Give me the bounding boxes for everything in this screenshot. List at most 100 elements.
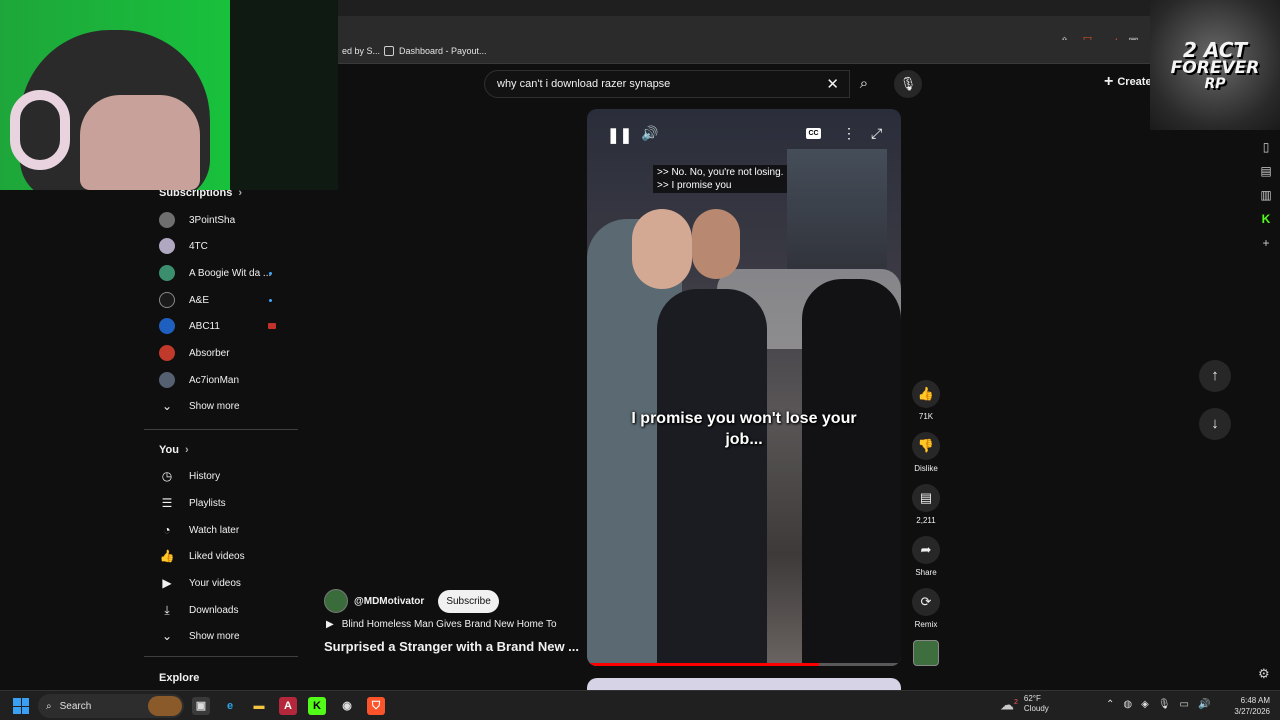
share-button[interactable]: ➦ Share bbox=[906, 536, 946, 577]
volume-icon[interactable]: 🔊 bbox=[1198, 699, 1210, 710]
search-button[interactable]: ⌕ bbox=[850, 70, 878, 98]
playlist-label: Blind Homeless Man Gives Brand New Home … bbox=[341, 619, 557, 630]
show-more-subscriptions[interactable]: ⌄ Show more bbox=[159, 394, 294, 418]
subscription-item[interactable]: A Boogie Wit da ... bbox=[159, 261, 294, 285]
closed-caption: >> No. No, you're not losing. >> I promi… bbox=[653, 165, 788, 193]
clear-search-icon[interactable]: ✕ bbox=[826, 75, 839, 93]
app-a-icon[interactable]: A bbox=[279, 697, 297, 715]
network-icon[interactable]: ▭ bbox=[1180, 699, 1189, 710]
kick-icon[interactable]: K bbox=[1259, 212, 1273, 226]
subscription-item[interactable]: 4TC bbox=[159, 234, 294, 258]
task-view-icon[interactable]: ▣ bbox=[192, 697, 210, 715]
sidebar-item-liked-videos[interactable]: 👍 Liked videos bbox=[159, 544, 294, 568]
taskbar-search[interactable]: ⌕ Search bbox=[38, 694, 184, 718]
tray-app-icon[interactable]: ◈ bbox=[1141, 699, 1149, 710]
clock[interactable]: 6:48 AM 3/27/2026 bbox=[1226, 695, 1270, 717]
caption-line: >> No. No, you're not losing. bbox=[657, 167, 784, 178]
volume-icon[interactable]: 🔊 bbox=[641, 125, 658, 142]
playlist-link[interactable]: ▶ Blind Homeless Man Gives Brand New Hom… bbox=[326, 619, 557, 630]
file-explorer-icon[interactable]: ▬ bbox=[250, 697, 268, 715]
like-button[interactable]: 👍 71K bbox=[906, 380, 946, 421]
logo-text: 2 ACT bbox=[1182, 37, 1248, 62]
history-icon: ◷ bbox=[161, 469, 173, 483]
weather-widget[interactable]: ☁2 62°F Cloudy bbox=[1000, 694, 1049, 714]
bookmark-icon[interactable]: ▯ bbox=[1259, 140, 1273, 154]
video-title[interactable]: Surprised a Stranger with a Brand New ..… bbox=[324, 639, 579, 654]
short-video-player[interactable]: ❚❚ 🔊 CC ⋮ ⤢ >> No. No, you're not losing… bbox=[587, 109, 901, 666]
plus-icon: + bbox=[1104, 73, 1114, 90]
dislike-label: Dislike bbox=[914, 464, 938, 473]
watch-later-icon: ◔ bbox=[163, 523, 171, 537]
obs-icon[interactable]: ◉ bbox=[338, 697, 356, 715]
fullscreen-icon[interactable]: ⤢ bbox=[871, 125, 882, 142]
create-button[interactable]: + Create bbox=[1104, 73, 1152, 90]
like-count: 71K bbox=[918, 412, 934, 421]
next-short-button[interactable]: ↓ bbox=[1199, 408, 1231, 440]
create-label: Create bbox=[1117, 76, 1152, 88]
remix-label: Remix bbox=[914, 620, 938, 629]
logo-text: RP bbox=[1204, 75, 1226, 92]
video-scene bbox=[657, 289, 767, 666]
pause-icon[interactable]: ❚❚ bbox=[607, 126, 632, 144]
edge-icon[interactable]: e bbox=[221, 697, 239, 715]
chevron-up-icon[interactable]: ⌃ bbox=[1106, 699, 1114, 710]
sound-avatar[interactable] bbox=[913, 640, 939, 666]
search-input[interactable]: why can't i download razer synapse bbox=[497, 78, 670, 90]
windows-start-icon[interactable] bbox=[13, 698, 29, 714]
avatar bbox=[159, 345, 175, 361]
channel-handle[interactable]: @MDMotivator bbox=[354, 596, 424, 607]
you-heading[interactable]: You › bbox=[159, 444, 189, 456]
browser-side-panel: ▯ ▤ ▥ K + bbox=[1252, 130, 1280, 690]
caption-line: >> I promise you bbox=[657, 180, 732, 191]
brave-icon[interactable]: ⛉ bbox=[367, 697, 385, 715]
show-more-you[interactable]: ⌄ Show more bbox=[159, 624, 294, 648]
subscription-item[interactable]: Absorber bbox=[159, 341, 294, 365]
channel-info: @MDMotivator Subscribe bbox=[324, 589, 499, 613]
windows-taskbar: ⌕ Search ▣ e ▬ A K ◉ ⛉ ☁2 62°F Cloudy ⌃ … bbox=[0, 690, 1280, 720]
subscription-label: ABC11 bbox=[189, 320, 220, 332]
subscription-item[interactable]: A&E bbox=[159, 288, 294, 312]
webcam-overlay bbox=[0, 0, 338, 190]
comment-count: 2,211 bbox=[916, 516, 936, 525]
cloud-icon: ☁2 bbox=[1000, 696, 1018, 713]
more-options-icon[interactable]: ⋮ bbox=[842, 125, 856, 142]
book-icon[interactable]: ▥ bbox=[1259, 188, 1273, 202]
microphone-icon[interactable]: 🎙 bbox=[1158, 699, 1171, 710]
sidebar-item-watch-later[interactable]: ◔ Watch later bbox=[159, 518, 294, 542]
sidebar-item-playlists[interactable]: ☰ Playlists bbox=[159, 491, 294, 515]
gear-icon[interactable]: ⚙ bbox=[1258, 666, 1270, 682]
bookmark-item[interactable]: ed by S... bbox=[342, 46, 380, 56]
voice-search-button[interactable]: 🎙 bbox=[894, 70, 922, 98]
previous-short-button[interactable]: ↑ bbox=[1199, 360, 1231, 392]
subscribe-button[interactable]: Subscribe bbox=[438, 589, 499, 613]
comments-button[interactable]: ▤ 2,211 bbox=[906, 484, 946, 525]
screen: ▭ ⇪ ⛉ ▲1 ▣ ed by S... Dashboard - Payout… bbox=[0, 0, 1280, 720]
tray-app-icon[interactable]: ◍ bbox=[1123, 699, 1132, 710]
add-panel-icon[interactable]: + bbox=[1259, 236, 1273, 250]
sidebar-item-history[interactable]: ◷ History bbox=[159, 464, 294, 488]
explore-heading: Explore bbox=[159, 672, 199, 684]
sidebar-item-label: Playlists bbox=[189, 497, 226, 509]
bookmark-dashboard[interactable]: Dashboard - Payout... bbox=[384, 46, 487, 56]
video-progress-bar[interactable] bbox=[587, 663, 901, 666]
avatar bbox=[159, 292, 175, 308]
kick-icon[interactable]: K bbox=[308, 697, 326, 715]
next-short-preview[interactable] bbox=[587, 678, 901, 690]
stream-logo: 2 ACT FOREVER RP bbox=[1150, 0, 1280, 130]
channel-avatar[interactable] bbox=[324, 589, 348, 613]
subscription-item[interactable]: Ac7ionMan bbox=[159, 368, 294, 392]
sidebar-item-downloads[interactable]: ⤓ Downloads bbox=[159, 598, 294, 622]
dislike-button[interactable]: 👎 Dislike bbox=[906, 432, 946, 473]
closed-captions-icon[interactable]: CC bbox=[806, 128, 821, 139]
arrow-up-icon: ↑ bbox=[1211, 367, 1219, 384]
remix-button[interactable]: ⟳ Remix bbox=[906, 588, 946, 629]
sidebar-item-label: Downloads bbox=[189, 604, 239, 616]
sidebar-item-label: Watch later bbox=[189, 524, 240, 536]
reading-list-icon[interactable]: ▤ bbox=[1259, 164, 1273, 178]
avatar bbox=[159, 238, 175, 254]
subscription-item[interactable]: ABC11 bbox=[159, 314, 294, 338]
new-content-dot bbox=[269, 271, 272, 275]
subscription-item[interactable]: 3PointSha bbox=[159, 208, 294, 232]
avatar bbox=[159, 372, 175, 388]
sidebar-item-your-videos[interactable]: ▶ Your videos bbox=[159, 571, 294, 595]
